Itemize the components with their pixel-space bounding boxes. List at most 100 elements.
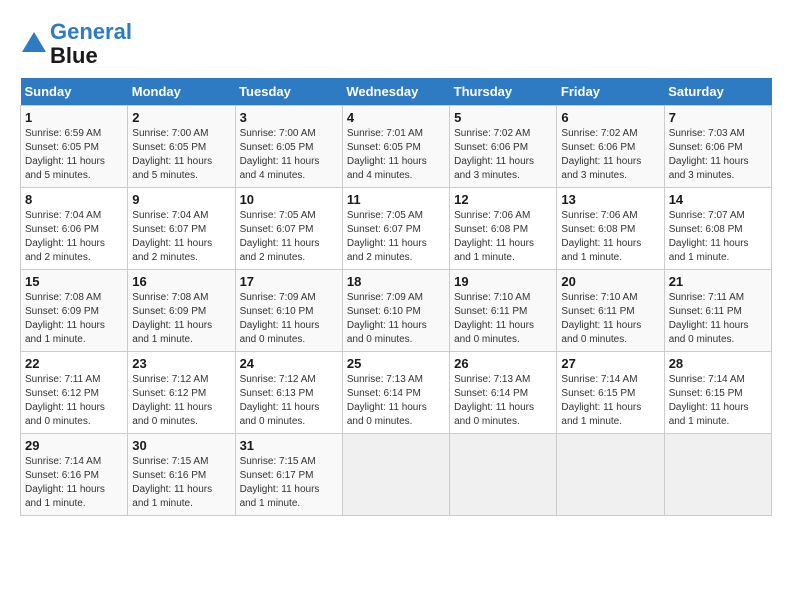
day-number: 25 — [347, 356, 445, 371]
calendar-cell: 11 Sunrise: 7:05 AMSunset: 6:07 PMDaylig… — [342, 188, 449, 270]
day-detail: Sunrise: 7:11 AMSunset: 6:12 PMDaylight:… — [25, 373, 123, 429]
calendar-cell: 3 Sunrise: 7:00 AMSunset: 6:05 PMDayligh… — [235, 106, 342, 188]
header-sunday: Sunday — [21, 78, 128, 106]
day-number: 9 — [132, 192, 230, 207]
day-detail: Sunrise: 7:00 AMSunset: 6:05 PMDaylight:… — [240, 127, 338, 183]
day-detail: Sunrise: 7:14 AMSunset: 6:15 PMDaylight:… — [561, 373, 659, 429]
day-number: 5 — [454, 110, 552, 125]
day-detail: Sunrise: 7:12 AMSunset: 6:13 PMDaylight:… — [240, 373, 338, 429]
header-saturday: Saturday — [664, 78, 771, 106]
calendar-cell: 15 Sunrise: 7:08 AMSunset: 6:09 PMDaylig… — [21, 270, 128, 352]
calendar-cell: 9 Sunrise: 7:04 AMSunset: 6:07 PMDayligh… — [128, 188, 235, 270]
header-tuesday: Tuesday — [235, 78, 342, 106]
day-number: 10 — [240, 192, 338, 207]
day-number: 21 — [669, 274, 767, 289]
calendar-cell: 26 Sunrise: 7:13 AMSunset: 6:14 PMDaylig… — [450, 352, 557, 434]
calendar-cell: 5 Sunrise: 7:02 AMSunset: 6:06 PMDayligh… — [450, 106, 557, 188]
header-monday: Monday — [128, 78, 235, 106]
day-number: 31 — [240, 438, 338, 453]
calendar-week-5: 29 Sunrise: 7:14 AMSunset: 6:16 PMDaylig… — [21, 434, 772, 516]
day-detail: Sunrise: 7:01 AMSunset: 6:05 PMDaylight:… — [347, 127, 445, 183]
day-detail: Sunrise: 7:10 AMSunset: 6:11 PMDaylight:… — [561, 291, 659, 347]
day-number: 4 — [347, 110, 445, 125]
calendar-cell: 2 Sunrise: 7:00 AMSunset: 6:05 PMDayligh… — [128, 106, 235, 188]
calendar-header-row: SundayMondayTuesdayWednesdayThursdayFrid… — [21, 78, 772, 106]
day-detail: Sunrise: 7:08 AMSunset: 6:09 PMDaylight:… — [25, 291, 123, 347]
day-detail: Sunrise: 7:15 AMSunset: 6:17 PMDaylight:… — [240, 455, 338, 511]
day-number: 11 — [347, 192, 445, 207]
day-detail: Sunrise: 7:02 AMSunset: 6:06 PMDaylight:… — [561, 127, 659, 183]
day-number: 24 — [240, 356, 338, 371]
day-detail: Sunrise: 7:02 AMSunset: 6:06 PMDaylight:… — [454, 127, 552, 183]
calendar-cell: 31 Sunrise: 7:15 AMSunset: 6:17 PMDaylig… — [235, 434, 342, 516]
calendar-cell — [450, 434, 557, 516]
calendar-week-2: 8 Sunrise: 7:04 AMSunset: 6:06 PMDayligh… — [21, 188, 772, 270]
calendar-cell: 17 Sunrise: 7:09 AMSunset: 6:10 PMDaylig… — [235, 270, 342, 352]
calendar-week-4: 22 Sunrise: 7:11 AMSunset: 6:12 PMDaylig… — [21, 352, 772, 434]
calendar-cell: 27 Sunrise: 7:14 AMSunset: 6:15 PMDaylig… — [557, 352, 664, 434]
day-number: 14 — [669, 192, 767, 207]
calendar-week-1: 1 Sunrise: 6:59 AMSunset: 6:05 PMDayligh… — [21, 106, 772, 188]
calendar-cell: 6 Sunrise: 7:02 AMSunset: 6:06 PMDayligh… — [557, 106, 664, 188]
day-number: 27 — [561, 356, 659, 371]
calendar-cell: 22 Sunrise: 7:11 AMSunset: 6:12 PMDaylig… — [21, 352, 128, 434]
day-number: 26 — [454, 356, 552, 371]
day-detail: Sunrise: 7:05 AMSunset: 6:07 PMDaylight:… — [347, 209, 445, 265]
calendar-cell: 16 Sunrise: 7:08 AMSunset: 6:09 PMDaylig… — [128, 270, 235, 352]
calendar-cell: 13 Sunrise: 7:06 AMSunset: 6:08 PMDaylig… — [557, 188, 664, 270]
day-detail: Sunrise: 7:06 AMSunset: 6:08 PMDaylight:… — [561, 209, 659, 265]
calendar-cell: 10 Sunrise: 7:05 AMSunset: 6:07 PMDaylig… — [235, 188, 342, 270]
calendar-cell: 19 Sunrise: 7:10 AMSunset: 6:11 PMDaylig… — [450, 270, 557, 352]
day-number: 19 — [454, 274, 552, 289]
day-number: 22 — [25, 356, 123, 371]
day-detail: Sunrise: 7:13 AMSunset: 6:14 PMDaylight:… — [347, 373, 445, 429]
calendar-cell: 25 Sunrise: 7:13 AMSunset: 6:14 PMDaylig… — [342, 352, 449, 434]
day-number: 7 — [669, 110, 767, 125]
page-header: GeneralBlue — [20, 20, 772, 68]
day-number: 16 — [132, 274, 230, 289]
day-detail: Sunrise: 7:09 AMSunset: 6:10 PMDaylight:… — [240, 291, 338, 347]
calendar-cell: 28 Sunrise: 7:14 AMSunset: 6:15 PMDaylig… — [664, 352, 771, 434]
calendar-cell: 1 Sunrise: 6:59 AMSunset: 6:05 PMDayligh… — [21, 106, 128, 188]
logo-icon — [20, 30, 48, 58]
calendar-cell: 4 Sunrise: 7:01 AMSunset: 6:05 PMDayligh… — [342, 106, 449, 188]
day-detail: Sunrise: 7:14 AMSunset: 6:16 PMDaylight:… — [25, 455, 123, 511]
day-number: 30 — [132, 438, 230, 453]
day-detail: Sunrise: 7:15 AMSunset: 6:16 PMDaylight:… — [132, 455, 230, 511]
day-number: 3 — [240, 110, 338, 125]
calendar-week-3: 15 Sunrise: 7:08 AMSunset: 6:09 PMDaylig… — [21, 270, 772, 352]
calendar-cell: 8 Sunrise: 7:04 AMSunset: 6:06 PMDayligh… — [21, 188, 128, 270]
day-number: 12 — [454, 192, 552, 207]
day-number: 13 — [561, 192, 659, 207]
calendar-table: SundayMondayTuesdayWednesdayThursdayFrid… — [20, 78, 772, 516]
calendar-cell — [342, 434, 449, 516]
calendar-cell: 20 Sunrise: 7:10 AMSunset: 6:11 PMDaylig… — [557, 270, 664, 352]
day-number: 18 — [347, 274, 445, 289]
logo: GeneralBlue — [20, 20, 132, 68]
day-number: 2 — [132, 110, 230, 125]
day-detail: Sunrise: 7:10 AMSunset: 6:11 PMDaylight:… — [454, 291, 552, 347]
day-detail: Sunrise: 7:12 AMSunset: 6:12 PMDaylight:… — [132, 373, 230, 429]
day-detail: Sunrise: 7:13 AMSunset: 6:14 PMDaylight:… — [454, 373, 552, 429]
day-number: 29 — [25, 438, 123, 453]
header-thursday: Thursday — [450, 78, 557, 106]
day-detail: Sunrise: 7:07 AMSunset: 6:08 PMDaylight:… — [669, 209, 767, 265]
day-detail: Sunrise: 7:08 AMSunset: 6:09 PMDaylight:… — [132, 291, 230, 347]
calendar-cell: 24 Sunrise: 7:12 AMSunset: 6:13 PMDaylig… — [235, 352, 342, 434]
header-friday: Friday — [557, 78, 664, 106]
day-number: 15 — [25, 274, 123, 289]
day-detail: Sunrise: 7:04 AMSunset: 6:06 PMDaylight:… — [25, 209, 123, 265]
logo-text: GeneralBlue — [50, 20, 132, 68]
calendar-cell — [664, 434, 771, 516]
day-detail: Sunrise: 7:03 AMSunset: 6:06 PMDaylight:… — [669, 127, 767, 183]
calendar-cell: 23 Sunrise: 7:12 AMSunset: 6:12 PMDaylig… — [128, 352, 235, 434]
day-number: 23 — [132, 356, 230, 371]
day-detail: Sunrise: 7:14 AMSunset: 6:15 PMDaylight:… — [669, 373, 767, 429]
day-number: 1 — [25, 110, 123, 125]
day-detail: Sunrise: 7:05 AMSunset: 6:07 PMDaylight:… — [240, 209, 338, 265]
day-detail: Sunrise: 7:11 AMSunset: 6:11 PMDaylight:… — [669, 291, 767, 347]
calendar-cell: 7 Sunrise: 7:03 AMSunset: 6:06 PMDayligh… — [664, 106, 771, 188]
day-detail: Sunrise: 7:09 AMSunset: 6:10 PMDaylight:… — [347, 291, 445, 347]
day-detail: Sunrise: 7:00 AMSunset: 6:05 PMDaylight:… — [132, 127, 230, 183]
calendar-cell: 12 Sunrise: 7:06 AMSunset: 6:08 PMDaylig… — [450, 188, 557, 270]
